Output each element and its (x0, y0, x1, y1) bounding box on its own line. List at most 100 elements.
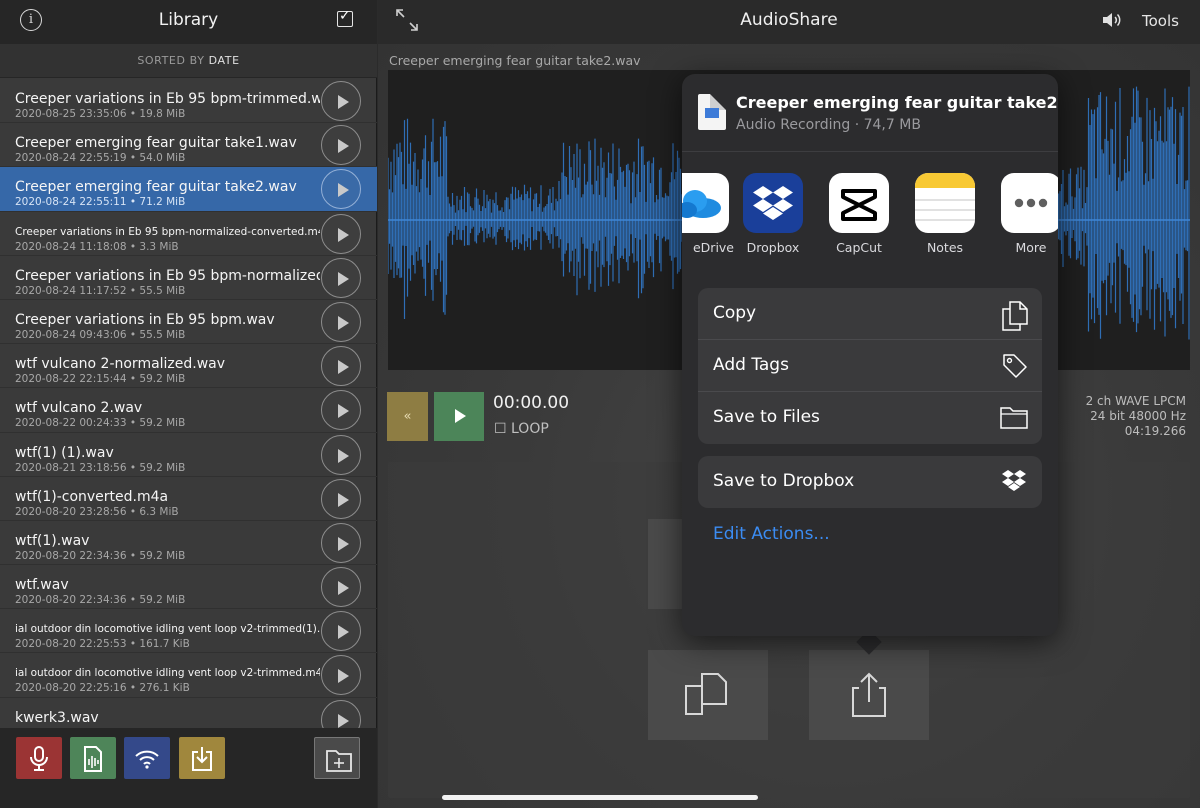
file-row[interactable]: Creeper emerging fear guitar take2.wav 20… (0, 167, 377, 212)
file-row[interactable]: Creeper variations in Eb 95 bpm-trimmed.… (0, 79, 377, 124)
file-row[interactable]: wtf(1)-converted.m4a 2020-08-20 23:28:56 … (0, 477, 377, 521)
library-panel: i Library ✓ SORTED BY DATE Creeper varia… (0, 0, 377, 808)
file-name: wtf vulcano 2.wav (15, 400, 143, 417)
play-file-button[interactable] (321, 125, 361, 166)
app-capcut[interactable]: CapCut (816, 173, 902, 255)
file-row[interactable]: Creeper variations in Eb 95 bpm.wav 2020-… (0, 300, 377, 345)
tools-button[interactable]: Tools (1142, 12, 1179, 30)
play-file-button[interactable] (321, 699, 361, 728)
share-title: Creeper emerging fear guitar take2 (736, 93, 1058, 112)
library-header: i Library ✓ (0, 0, 377, 44)
folder-icon (1000, 407, 1028, 429)
rewind-button[interactable]: « (387, 392, 428, 441)
file-meta: 2020-08-24 22:55:11 • 71.2 MiB (15, 196, 186, 209)
file-name: Creeper emerging fear guitar take2.wav (15, 179, 297, 196)
file-row[interactable]: wtf(1) (1).wav 2020-08-21 23:18:56 • 59.2… (0, 433, 377, 477)
select-checkbox-icon[interactable]: ✓ (337, 8, 353, 27)
file-name: Creeper variations in Eb 95 bpm-normaliz… (15, 225, 320, 238)
file-meta: 2020-08-20 22:34:36 • 59.2 MiB (15, 549, 186, 562)
app-dropbox[interactable]: Dropbox (730, 173, 816, 255)
file-row[interactable]: wtf vulcano 2-normalized.wav 2020-08-22 2… (0, 344, 377, 389)
add-tags-action[interactable]: Add Tags (698, 340, 1042, 392)
share-app-row: eDrive Dropbox CapCut Notes More (682, 152, 1058, 270)
play-file-button[interactable] (321, 434, 361, 475)
play-file-button[interactable] (321, 213, 361, 254)
app-label: Dropbox (746, 240, 800, 255)
play-file-button[interactable] (321, 390, 361, 431)
file-name: wtf(1) (1).wav (15, 444, 114, 461)
loop-toggle[interactable]: ☐ LOOP (494, 421, 549, 437)
play-file-button[interactable] (321, 346, 361, 387)
file-row[interactable]: wtf(1).wav 2020-08-20 22:34:36 • 59.2 MiB (0, 521, 377, 566)
file-row[interactable]: Creeper emerging fear guitar take1.wav 20… (0, 123, 377, 168)
play-file-button[interactable] (321, 611, 361, 652)
import-button[interactable] (179, 737, 225, 779)
file-meta: 2020-08-20 22:25:53 • 161.7 KiB (15, 638, 190, 651)
file-name: wtf(1)-converted.m4a (15, 488, 169, 505)
edit-actions-link[interactable]: Edit Actions... (713, 524, 830, 544)
play-file-button[interactable] (321, 655, 361, 696)
sort-key: DATE (208, 54, 240, 67)
action-label: Copy (713, 303, 757, 323)
file-row[interactable]: wtf vulcano 2.wav 2020-08-22 00:24:33 • 5… (0, 388, 377, 433)
share-icon (852, 672, 886, 717)
file-name: Creeper variations in Eb 95 bpm.wav (15, 311, 275, 328)
share-subtitle: Audio Recording · 74,7 MB (736, 117, 921, 133)
play-file-button[interactable] (321, 567, 361, 608)
file-meta: 2020-08-22 00:24:33 • 59.2 MiB (15, 417, 186, 430)
record-button[interactable] (16, 737, 62, 779)
file-name: Creeper emerging fear guitar take1.wav (15, 135, 297, 152)
play-file-button[interactable] (321, 522, 361, 563)
play-file-button[interactable] (321, 257, 361, 298)
sort-bar[interactable]: SORTED BY DATE (0, 44, 377, 78)
library-footer (0, 728, 377, 808)
file-list: Creeper variations in Eb 95 bpm-trimmed.… (0, 79, 377, 728)
microphone-icon (30, 746, 48, 771)
format-bitrate: 24 bit 48000 Hz (1090, 409, 1186, 423)
file-meta: 2020-08-24 09:43:06 • 55.5 MiB (15, 328, 186, 341)
file-name: wtf.wav (15, 577, 69, 594)
copy-action[interactable]: Copy (698, 288, 1042, 340)
file-meta: 2020-08-20 22:34:36 • 59.2 MiB (15, 594, 186, 607)
play-file-button[interactable] (321, 478, 361, 519)
play-file-button[interactable] (321, 81, 361, 121)
play-file-button[interactable] (321, 301, 361, 342)
share-sheet: Creeper emerging fear guitar take2 Audio… (682, 74, 1058, 636)
save-to-dropbox-action[interactable]: Save to Dropbox (698, 456, 1042, 508)
sort-prefix: SORTED BY (137, 54, 205, 67)
volume-icon[interactable] (1102, 12, 1124, 28)
home-indicator[interactable] (442, 795, 758, 800)
file-row[interactable]: Creeper variations in Eb 95 bpm-normaliz… (0, 256, 377, 300)
file-meta: 2020-08-22 22:15:44 • 59.2 MiB (15, 373, 186, 386)
new-folder-button[interactable] (314, 737, 360, 779)
app-window: i Library ✓ SORTED BY DATE Creeper varia… (0, 0, 1200, 808)
app-more[interactable]: More (988, 173, 1058, 255)
file-name: Creeper variations in Eb 95 bpm-normaliz… (15, 267, 320, 284)
app-label: CapCut (836, 240, 882, 255)
play-file-button[interactable] (321, 169, 361, 210)
import-icon (192, 747, 212, 771)
dropbox-icon (1002, 470, 1026, 491)
copy-tile-button[interactable] (648, 650, 768, 740)
file-name: Creeper variations in Eb 95 bpm-trimmed.… (15, 91, 320, 107)
app-title: AudioShare (740, 10, 838, 30)
onedrive-icon (682, 173, 729, 233)
app-notes[interactable]: Notes (902, 173, 988, 255)
share-tile-button[interactable] (809, 650, 929, 740)
play-button[interactable] (434, 392, 484, 441)
copy-icon (1002, 301, 1028, 331)
format-info: 2 ch WAVE LPCM 24 bit 48000 Hz 04:19.266 (1086, 394, 1186, 439)
file-row[interactable]: kwerk3.wav (0, 698, 377, 728)
action-label: Save to Files (713, 407, 820, 427)
file-meta: 2020-08-21 23:18:56 • 59.2 MiB (15, 461, 186, 474)
file-row[interactable]: Creeper variations in Eb 95 bpm-normaliz… (0, 212, 377, 256)
save-to-files-action[interactable]: Save to Files (698, 392, 1042, 444)
file-name: wtf(1).wav (15, 532, 90, 549)
waveform-file-button[interactable] (70, 737, 116, 779)
file-meta: 2020-08-24 11:17:52 • 55.5 MiB (15, 284, 186, 297)
wifi-share-button[interactable] (124, 737, 170, 779)
file-row[interactable]: ial outdoor din locomotive idling vent l… (0, 653, 377, 698)
file-row[interactable]: wtf.wav 2020-08-20 22:34:36 • 59.2 MiB (0, 565, 377, 610)
wifi-icon (135, 750, 159, 769)
file-row[interactable]: ial outdoor din locomotive idling vent l… (0, 609, 377, 654)
